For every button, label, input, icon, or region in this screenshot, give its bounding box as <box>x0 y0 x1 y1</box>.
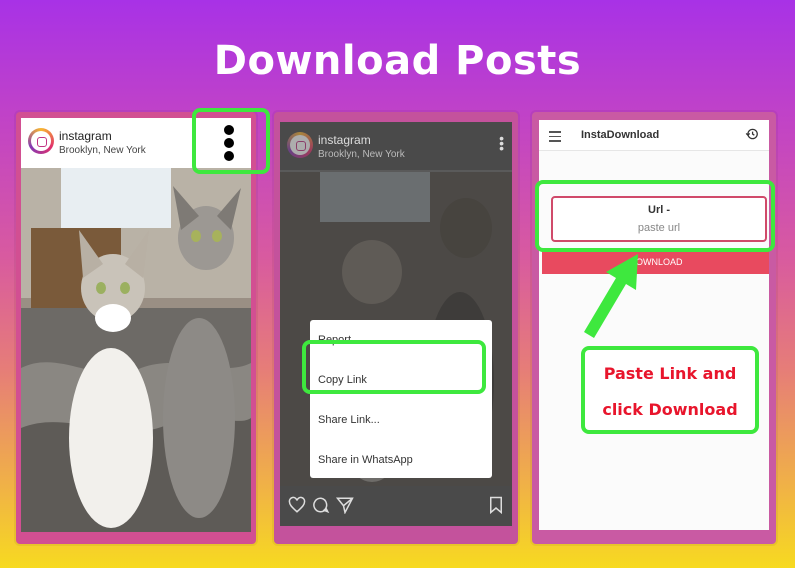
cats-photo <box>21 168 251 532</box>
menu-icon[interactable] <box>549 131 561 145</box>
app-bar: InstaDownload <box>539 120 769 151</box>
post-action-bar <box>280 486 512 526</box>
arrow-icon <box>584 254 638 338</box>
instagram-logo-icon <box>287 132 313 158</box>
menu-item-share-link[interactable]: Share Link... <box>318 414 380 426</box>
account-name: instagram <box>318 133 371 147</box>
instagram-logo-icon[interactable] <box>28 128 54 154</box>
account-name[interactable]: instagram <box>59 129 112 143</box>
post-location: Brooklyn, New York <box>318 149 405 160</box>
url-input-highlight <box>535 180 775 252</box>
more-options-icon: • • • <box>499 130 504 156</box>
post-location[interactable]: Brooklyn, New York <box>59 145 146 156</box>
share-icon[interactable] <box>336 496 354 514</box>
post-header-dimmed: instagram Brooklyn, New York • • • <box>280 122 512 170</box>
instagram-menu-screen: instagram Brooklyn, New York • • • Report.… <box>280 122 512 526</box>
callout-line-1: Paste Link and <box>603 364 737 383</box>
history-icon[interactable] <box>745 127 759 141</box>
callout-line-2: click Download <box>602 400 738 419</box>
heart-icon[interactable] <box>288 496 306 514</box>
step-1-panel: instagram Brooklyn, New York <box>16 108 270 544</box>
app-title: InstaDownload <box>581 129 660 141</box>
step-2-panel: instagram Brooklyn, New York • • • Report.… <box>274 112 518 544</box>
instagram-post-screen: instagram Brooklyn, New York <box>21 118 251 532</box>
more-options-highlight <box>192 108 270 174</box>
menu-item-share-whatsapp[interactable]: Share in WhatsApp <box>318 454 413 466</box>
bookmark-icon[interactable] <box>488 496 504 514</box>
comment-icon[interactable] <box>312 496 330 514</box>
copy-link-highlight <box>302 340 486 394</box>
instruction-callout: Paste Link and click Download <box>581 346 759 434</box>
page-title: Download Posts <box>213 38 582 84</box>
step-3-panel: InstaDownload Url - paste url DOWNLOAD P… <box>532 112 776 544</box>
